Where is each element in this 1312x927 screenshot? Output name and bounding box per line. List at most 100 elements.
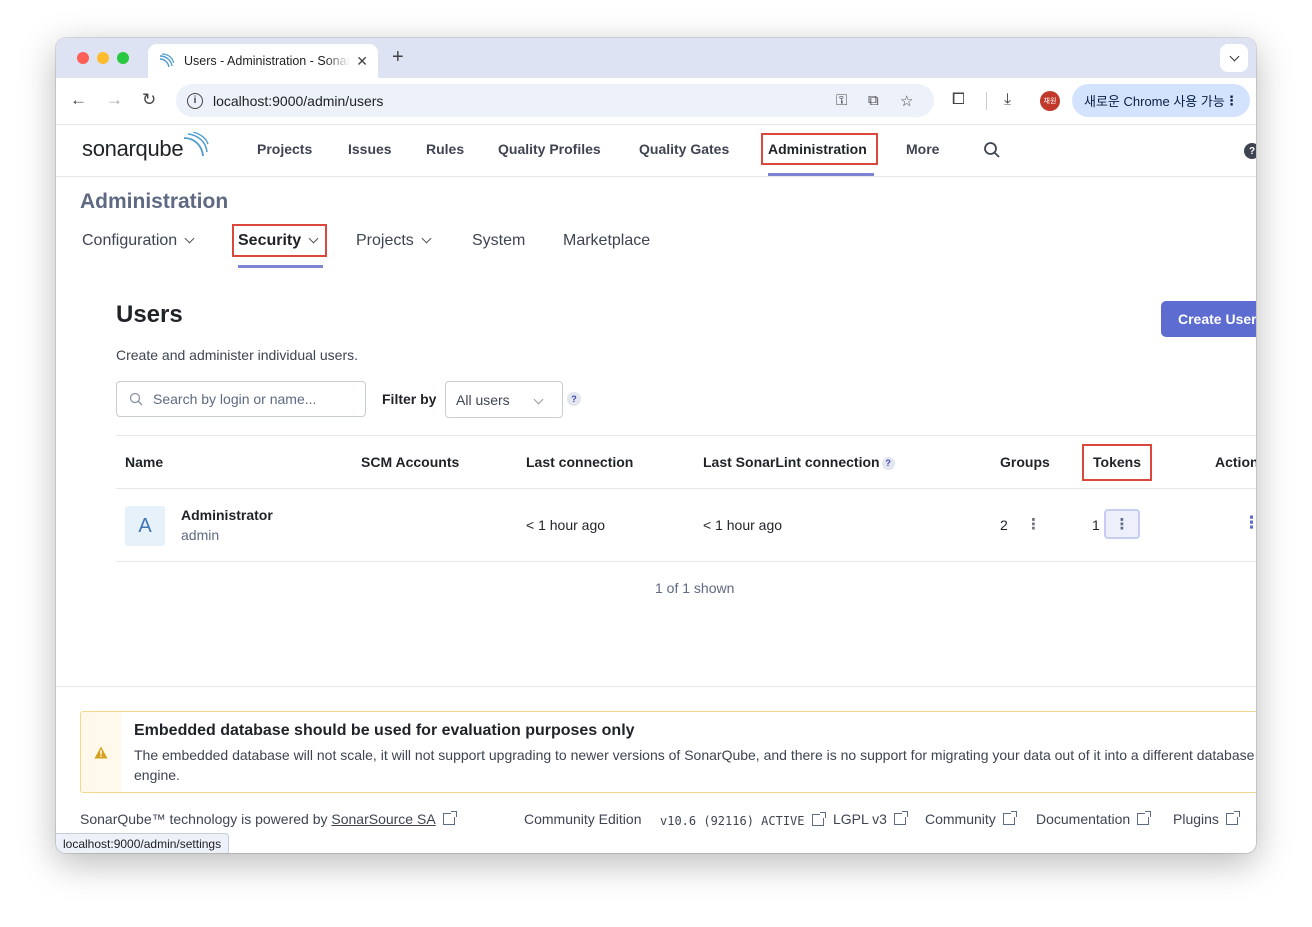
search-icon[interactable] [983, 141, 1001, 159]
security-highlight-box [232, 224, 327, 257]
tab-configuration[interactable]: Configuration [82, 232, 195, 250]
tab-marketplace-label: Marketplace [563, 232, 651, 249]
last-connection-cell: < 1 hour ago [526, 517, 606, 533]
url-text[interactable]: localhost:9000/admin/users [213, 93, 383, 109]
create-user-button[interactable]: Create User [1161, 301, 1256, 337]
logo-text-sonar: sonar [82, 136, 136, 161]
edit-tokens-button[interactable]: ⋮ [1104, 509, 1140, 539]
bookmark-star-icon[interactable]: ☆ [900, 92, 913, 110]
edit-groups-more-icon[interactable]: ⋮ [1026, 515, 1041, 533]
footer-plugins-link[interactable]: Plugins [1173, 811, 1240, 827]
footer-documentation-text: Documentation [1036, 811, 1131, 827]
chrome-update-button[interactable]: 새로운 Chrome 사용 가능 ⋮ [1072, 84, 1250, 117]
table-divider [116, 561, 1256, 562]
tab-projects-label: Projects [356, 232, 414, 249]
user-login: admin [181, 527, 220, 543]
external-link-icon [1225, 811, 1240, 825]
column-header-last-sonarlint: Last SonarLint connection? [703, 454, 895, 470]
logo-text-qube: qube [135, 136, 184, 161]
external-link-icon [811, 812, 826, 826]
sonarqube-navbar: sonar qube Projects Issues Rules Quality … [56, 124, 1256, 177]
extensions-icon[interactable]: ⧠ [952, 91, 965, 109]
page-description: Create and administer individual users. [116, 347, 359, 363]
column-header-groups: Groups [1000, 454, 1050, 470]
new-tab-button[interactable]: + [392, 46, 404, 69]
tab-system[interactable]: System [472, 232, 525, 250]
chevron-down-icon [1229, 51, 1239, 61]
address-bar[interactable]: i localhost:9000/admin/users ⚿ ⧉ ☆ [176, 84, 934, 117]
avatar: A [125, 506, 165, 546]
site-info-icon[interactable]: i [187, 92, 203, 109]
search-input[interactable] [153, 391, 353, 407]
warning-triangle-icon [94, 746, 108, 758]
minimize-window-button[interactable] [97, 52, 109, 64]
admin-header: Administration Configuration Security Pr… [56, 177, 1256, 269]
close-window-button[interactable] [77, 52, 89, 64]
nav-quality-profiles[interactable]: Quality Profiles [498, 141, 601, 157]
filter-help-icon[interactable]: ? [567, 392, 581, 406]
search-field[interactable] [116, 381, 366, 417]
chevron-down-icon [184, 233, 195, 244]
search-icon [129, 392, 143, 406]
table-divider [116, 435, 1256, 436]
password-key-icon[interactable]: ⚿ [836, 92, 847, 109]
footer-license-link[interactable]: LGPL v3 [833, 811, 908, 827]
column-header-last-connection: Last connection [526, 454, 634, 470]
tokens-highlight-box [1082, 444, 1152, 481]
footer-license-text: LGPL v3 [833, 811, 887, 827]
row-actions-more-icon[interactable]: ⋮ [1243, 513, 1256, 533]
browser-status-bar: localhost:9000/admin/settings [56, 833, 230, 853]
admin-title: Administration [80, 190, 229, 213]
tab-close-icon[interactable]: ✕ [356, 53, 368, 70]
sonar-waves-icon [184, 132, 209, 157]
back-arrow-icon[interactable]: ← [70, 90, 87, 110]
chevron-down-icon [421, 233, 432, 244]
browser-window: Users - Administration - SonarQube ✕ + ←… [56, 38, 1256, 853]
more-vertical-icon: ⋮ [1225, 92, 1238, 108]
tab-title: Users - Administration - SonarQube [184, 54, 351, 68]
reload-icon[interactable]: ↻ [142, 90, 156, 110]
last-sonarlint-cell: < 1 hour ago [703, 517, 783, 533]
sonarlint-help-icon[interactable]: ? [881, 457, 895, 470]
column-header-name: Name [125, 454, 164, 470]
sonarqube-favicon-icon [159, 53, 174, 68]
tab-configuration-label: Configuration [82, 232, 178, 249]
footer-version[interactable]: v10.6 (92116) ACTIVE [660, 812, 826, 828]
nav-more[interactable]: More [906, 141, 939, 157]
tab-projects[interactable]: Projects [356, 232, 432, 250]
footer-community-link[interactable]: Community [925, 811, 1017, 827]
translate-icon[interactable]: ⧉ [868, 92, 879, 109]
tab-marketplace[interactable]: Marketplace [563, 232, 650, 250]
tab-system-label: System [472, 232, 526, 249]
column-header-actions: Actions [1215, 454, 1256, 470]
nav-quality-gates[interactable]: Quality Gates [639, 141, 729, 157]
chrome-update-label: 새로운 Chrome 사용 가능 [1084, 94, 1225, 109]
nav-rules[interactable]: Rules [426, 141, 464, 157]
administration-active-underline [768, 173, 874, 176]
profile-avatar[interactable]: 채원 [1040, 91, 1060, 111]
chevron-down-icon [533, 394, 544, 405]
footer-documentation-link[interactable]: Documentation [1036, 811, 1152, 827]
table-divider [116, 488, 1256, 489]
warning-title: Embedded database should be used for eva… [134, 722, 635, 739]
user-name: Administrator [181, 507, 273, 523]
footer-version-text: v10.6 (92116) ACTIVE [660, 814, 805, 828]
page-title: Users [116, 301, 183, 328]
download-icon[interactable]: ⤓ [1004, 91, 1011, 109]
filter-select[interactable]: All users [445, 381, 563, 418]
tab-search-button[interactable] [1220, 44, 1248, 72]
nav-projects[interactable]: Projects [257, 141, 312, 157]
sonarsource-link[interactable]: SonarSource SA [331, 811, 435, 827]
filter-value: All users [456, 391, 510, 408]
external-link-icon [1137, 811, 1152, 825]
column-header-scm-accounts: SCM Accounts [361, 454, 460, 470]
nav-issues[interactable]: Issues [348, 141, 392, 157]
tab-strip: Users - Administration - SonarQube ✕ + [56, 38, 1256, 78]
filter-label: Filter by [382, 391, 437, 407]
forward-arrow-icon[interactable]: → [106, 90, 123, 110]
footer-edition: Community Edition [524, 811, 642, 827]
maximize-window-button[interactable] [117, 52, 129, 64]
help-icon[interactable]: ? [1244, 143, 1256, 159]
sonarqube-logo[interactable]: sonar qube [82, 132, 209, 162]
browser-tab[interactable]: Users - Administration - SonarQube ✕ [148, 44, 378, 78]
